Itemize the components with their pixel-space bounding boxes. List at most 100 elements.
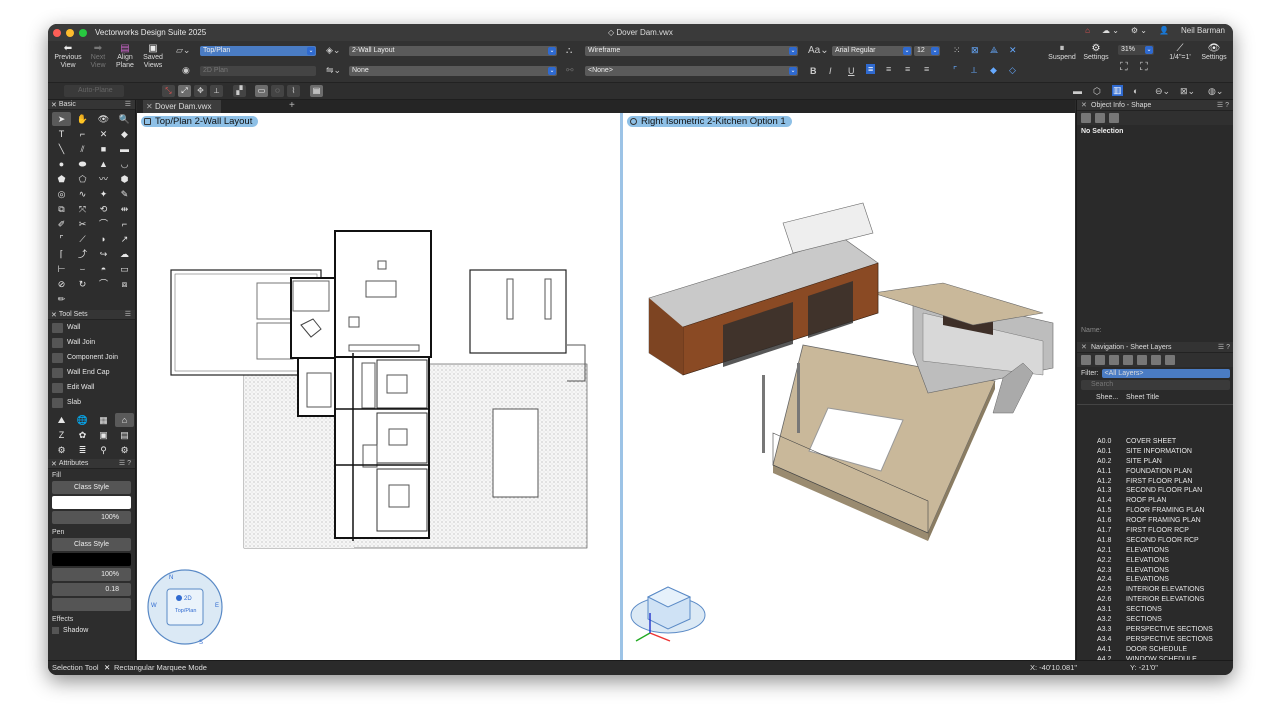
sheet-row[interactable]: A3.3 PERSPECTIVE SECTIONS — [1077, 625, 1233, 635]
classes-tab-icon[interactable] — [1081, 355, 1091, 365]
poly-select-icon[interactable]: ◌ — [271, 85, 284, 97]
snap-angle-icon[interactable]: ⟁ — [990, 45, 998, 56]
sheet-row[interactable]: A1.5 FLOOR FRAMING PLAN — [1077, 506, 1233, 516]
arc-tool-icon[interactable]: ◡ — [115, 157, 134, 171]
rotate-view-icon[interactable]: ↻ — [73, 277, 92, 291]
sheet-row[interactable]: A3.1 SECTIONS — [1077, 605, 1233, 615]
furniture-icon[interactable]: ▣ — [94, 428, 113, 442]
saved-views-tab-icon[interactable] — [1137, 355, 1147, 365]
sheet-row[interactable]: A2.4 ELEVATIONS — [1077, 575, 1233, 585]
mirror-tool-icon[interactable]: ⇹ — [115, 202, 134, 216]
cog-set-icon[interactable]: ⚙ — [115, 443, 134, 457]
rect-marquee-mode-icon[interactable]: ⤢ — [178, 85, 191, 97]
align-left-button[interactable]: ≡ — [866, 64, 876, 74]
plan-view-cube[interactable]: 2D Top/Plan N E S W — [145, 567, 227, 649]
pipe-icon[interactable]: ≣ — [73, 443, 92, 457]
view-settings-button[interactable]: 👁 Settings — [1197, 44, 1231, 62]
viewports-tab-icon[interactable] — [1123, 355, 1133, 365]
spline-tool-icon[interactable]: ∿ — [73, 187, 92, 201]
dimension-tool-icon[interactable]: ✕ — [94, 127, 113, 141]
name-field[interactable]: Name: — [1081, 327, 1102, 334]
gear-icon[interactable]: ⚙ ⌄ — [1131, 26, 1147, 35]
user-icon[interactable]: 👤 — [1159, 26, 1169, 35]
underline-button[interactable]: U — [848, 66, 855, 76]
user-name[interactable]: Neil Barman — [1181, 26, 1225, 35]
line-tool-icon[interactable]: ╲ — [52, 142, 71, 156]
detail-icon[interactable]: ▤ — [115, 428, 134, 442]
triangle-tool-icon[interactable]: ▲ — [94, 157, 113, 171]
rectangle-tool-icon[interactable]: ■ — [94, 142, 113, 156]
circle-tool-icon[interactable]: ● — [52, 157, 71, 171]
saved-views-button[interactable]: ▣ Saved Views — [139, 44, 167, 70]
scale-button[interactable]: ⟋ 1/4"=1' — [1161, 44, 1199, 62]
flyover-tool-icon[interactable]: 👁 — [94, 112, 113, 126]
rect-select-icon[interactable]: ▭ — [255, 85, 268, 97]
z-icon[interactable]: Z — [52, 428, 71, 442]
render-tab-icon[interactable] — [1109, 113, 1119, 123]
symbols-tab-icon[interactable] — [1165, 355, 1175, 365]
minimize-window-button[interactable] — [66, 28, 74, 37]
next-view-button[interactable]: ➡ Next View — [85, 44, 111, 70]
connect-tool-icon[interactable]: ⟋ — [73, 232, 92, 246]
arrow-tool-icon[interactable]: ↗ — [115, 232, 134, 246]
cloud-icon[interactable]: ☁ ⌄ — [1102, 26, 1119, 35]
line-style-select[interactable] — [52, 598, 131, 611]
sheet-row[interactable]: A1.7 FIRST FLOOR RCP — [1077, 526, 1233, 536]
shape-tab-icon[interactable] — [1081, 113, 1091, 123]
zoom-window-button[interactable] — [79, 28, 87, 37]
sheet-title-column[interactable]: Sheet Title — [1126, 391, 1159, 404]
sheet-row[interactable]: A2.2 ELEVATIONS — [1077, 556, 1233, 566]
view-select[interactable]: Top/Plan ⌄ — [200, 46, 316, 56]
plane-select[interactable]: 2D Plan — [200, 66, 316, 76]
snap-distance-icon[interactable]: ⟂ — [971, 65, 977, 76]
snap-edge-icon[interactable]: ✕ — [1009, 45, 1017, 56]
no-symbol-icon[interactable]: ⊘ — [52, 277, 71, 291]
sheet-number-column[interactable]: Shee... — [1077, 391, 1126, 404]
reshape-tool-icon[interactable]: ⤧ — [73, 202, 92, 216]
font-size-select[interactable]: 12 ⌄ — [914, 46, 940, 56]
isometric-viewport[interactable]: Right Isometric 2-Kitchen Option 1 — [623, 113, 1075, 660]
attribute-mapping-icon[interactable]: ⌈ — [52, 247, 71, 261]
shadow-checkbox[interactable]: Shadow — [48, 623, 135, 638]
sheet-row[interactable]: A1.6 ROOF FRAMING PLAN — [1077, 516, 1233, 526]
snap-object-icon[interactable]: ⊠ — [971, 45, 979, 56]
document-tab[interactable]: ✕ Dover Dam.vwx — [143, 100, 221, 113]
spiral-tool-icon[interactable]: ◎ — [52, 187, 71, 201]
close-window-button[interactable] — [53, 28, 61, 37]
building-shell-icon[interactable]: ⌂ — [115, 413, 134, 427]
sheet-layers-tab-icon[interactable] — [1109, 355, 1119, 365]
offset-tool-icon[interactable]: ⧉ — [52, 202, 71, 216]
lighting-select[interactable]: <None> ⌄ — [585, 66, 798, 76]
filter-select[interactable]: <All Layers> — [1101, 368, 1230, 378]
scale-mode-icon[interactable]: ⟂ — [210, 85, 223, 97]
pen-thickness[interactable]: 0.18 — [52, 583, 131, 596]
sheet-row[interactable]: A2.3 ELEVATIONS — [1077, 566, 1233, 576]
sheet-row[interactable]: A0.1 SITE INFORMATION — [1077, 447, 1233, 457]
render-mode-select[interactable]: Wireframe ⌄ — [585, 46, 798, 56]
sheet-row[interactable]: A0.2 SITE PLAN — [1077, 457, 1233, 467]
rounded-rectangle-tool-icon[interactable]: ▬ — [115, 142, 134, 156]
slab-tool[interactable]: Slab — [48, 395, 135, 410]
graphic-scale-icon[interactable]: ↪ — [94, 247, 113, 261]
sheet-row[interactable]: A1.4 ROOF PLAN — [1077, 496, 1233, 506]
polyline-tool-icon[interactable]: ⬟ — [52, 172, 71, 186]
sheet-row[interactable]: A1.2 FIRST FLOOR PLAN — [1077, 477, 1233, 487]
fillet-tool-icon[interactable]: ⌒ — [94, 217, 113, 231]
transform-mode-icon[interactable]: ▞ — [233, 85, 246, 97]
plan-viewport[interactable]: Top/Plan 2-Wall Layout 2D Top/Plan N E S… — [137, 113, 620, 660]
wall-end-cap-tool[interactable]: Wall End Cap — [48, 365, 135, 380]
split-tool-icon[interactable]: ✐ — [52, 217, 71, 231]
sheet-row[interactable]: A2.6 INTERIOR ELEVATIONS — [1077, 595, 1233, 605]
render-icon[interactable]: ◐ — [1133, 86, 1138, 96]
star-tool-icon[interactable]: ✦ — [94, 187, 113, 201]
references-tab-icon[interactable] — [1151, 355, 1161, 365]
sheet-row[interactable]: A0.0 COVER SHEET — [1077, 437, 1233, 447]
fixture-icon[interactable]: ⚲ — [94, 443, 113, 457]
protractor-icon[interactable]: ◓ — [94, 262, 113, 276]
camera-icon[interactable]: ⊖⌄ — [1155, 86, 1170, 97]
previous-view-button[interactable]: ⬅ Previous View — [52, 44, 84, 70]
edit-wall-tool[interactable]: Edit Wall — [48, 380, 135, 395]
panels-icon[interactable]: ▥ — [1112, 85, 1123, 96]
wall-tool[interactable]: Wall — [48, 320, 135, 335]
pen-style-select[interactable]: Class Style — [52, 538, 131, 551]
